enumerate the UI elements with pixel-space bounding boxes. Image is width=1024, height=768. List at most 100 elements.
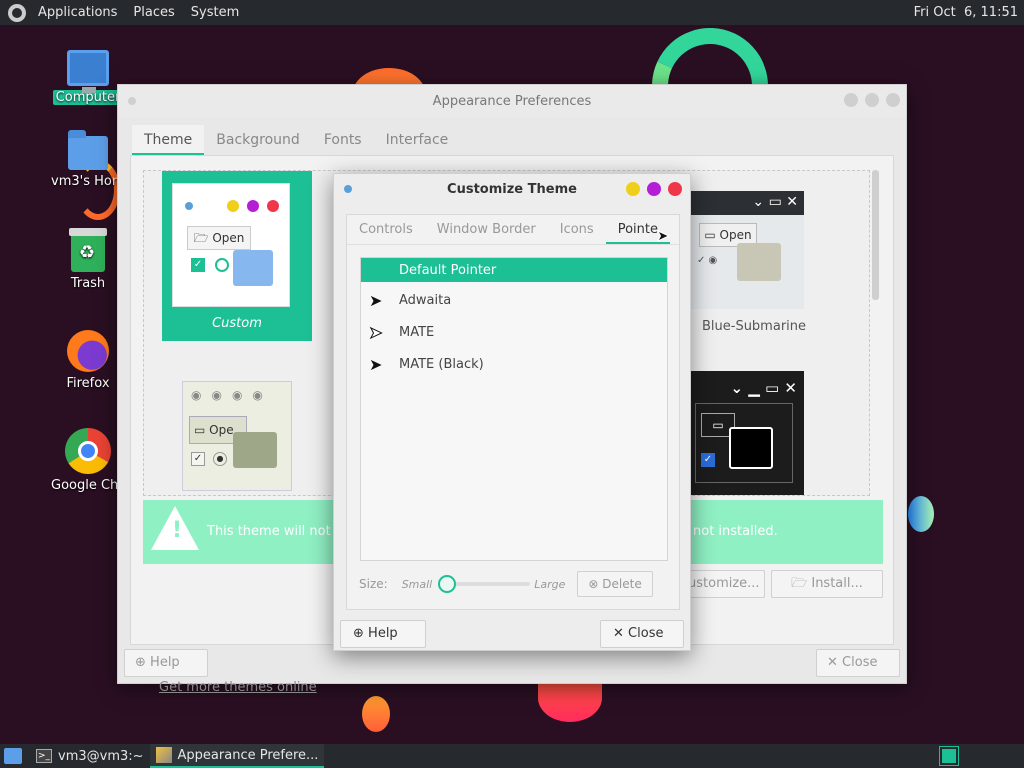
delete-icon: ⊗ <box>588 577 599 591</box>
pointer-list: Default Pointer ➤ Adwaita ➤ MATE ➤ MATE … <box>360 257 668 561</box>
pointer-item-mate-black[interactable]: ➤ MATE (Black) <box>361 348 667 380</box>
wallpaper-blue-shape <box>908 496 934 532</box>
firefox-icon <box>67 330 109 372</box>
minimize-button[interactable] <box>844 93 858 107</box>
theme-list-scrollbar[interactable] <box>872 170 879 300</box>
checkbox-icon: ✓ <box>701 453 715 467</box>
clock[interactable]: Fri Oct 6, 11:51 <box>914 0 1018 25</box>
menu-system[interactable]: System <box>183 0 247 25</box>
pointer-item-mate[interactable]: ➤ MATE <box>361 316 667 348</box>
theme-item-custom[interactable]: 🗁 Open ✓ Custom <box>162 171 312 341</box>
main-menu-bar: Applications Places System <box>0 0 247 25</box>
pointer-size-slider[interactable] <box>436 574 531 594</box>
help-icon: ⊕ <box>135 655 146 670</box>
desktop-icon-home[interactable]: vm3's Home <box>48 130 133 189</box>
desktop-icon-firefox[interactable]: Firefox <box>48 330 128 391</box>
maximize-dot-icon <box>247 200 259 212</box>
black-cursor-icon: ➤ <box>369 355 383 374</box>
desktop-icon-computer[interactable]: Computer <box>48 50 128 105</box>
taskbar-item-appearance[interactable]: Appearance Prefere... <box>149 744 325 768</box>
window-controls-icon: ⌄ ▭ ✕ <box>689 191 804 215</box>
size-small-label: Small <box>401 577 433 591</box>
theme-item-blue-submarine[interactable]: ⌄ ▭ ✕ ▭ Open ✓ ◉ Blue-Submarine <box>689 191 839 361</box>
checkbox-icon: ✓ <box>191 258 205 272</box>
desktop-icon-trash[interactable]: Trash <box>48 228 128 291</box>
folder-icon <box>729 427 773 469</box>
titlebar-buttons-icon: ◉◉◉◉ <box>191 388 273 402</box>
radio-icon: ● <box>213 452 227 466</box>
dialog-titlebar[interactable]: Customize Theme <box>334 174 690 204</box>
theme-thumbnail: ⌄ ▁ ▭ ✕ ▭ ✓ <box>689 371 804 495</box>
preferences-tabs: Theme Background Fonts Interface <box>132 125 460 155</box>
tab-controls[interactable]: Controls <box>347 215 425 244</box>
dialog-close-button[interactable]: ✕ Close <box>600 620 684 648</box>
desktop-icon-label: Trash <box>70 276 106 291</box>
window-menu-icon[interactable] <box>128 97 136 105</box>
menu-places[interactable]: Places <box>125 0 182 25</box>
theme-item-traditional[interactable]: ◉◉◉◉ ▭ Ope ✓ ● <box>182 381 292 491</box>
close-window-button[interactable] <box>668 182 682 196</box>
window-menu-icon[interactable] <box>344 185 352 193</box>
theme-item-label: Custom <box>212 316 262 331</box>
size-label: Size: <box>359 577 388 591</box>
top-panel: Applications Places System Fri Oct 6, 11… <box>0 0 1024 25</box>
minimize-dot-icon <box>227 200 239 212</box>
install-button[interactable]: 🗁 Install... <box>771 570 883 598</box>
customize-panel: Controls Window Border Icons Pointe Defa… <box>346 214 680 610</box>
theme-item-label: Blue-Submarine <box>701 319 807 334</box>
theme-thumbnail: ◉◉◉◉ ▭ Ope ✓ ● <box>182 381 292 491</box>
get-more-themes-link[interactable]: Get more themes online <box>159 680 317 695</box>
minimize-button[interactable] <box>626 182 640 196</box>
bottom-panel: >_ vm3@vm3:~ Appearance Prefere... <box>0 744 1024 768</box>
close-icon: ✕ <box>613 626 624 641</box>
close-icon: ✕ <box>827 655 838 670</box>
maximize-button[interactable] <box>647 182 661 196</box>
close-button[interactable]: ✕ Close <box>816 649 900 677</box>
warning-message: This theme will not lo <box>207 524 347 539</box>
thumbnail-open-button: 🗁 Open <box>187 226 251 250</box>
checkbox-icon: ✓ <box>191 452 205 466</box>
mate-logo-icon[interactable] <box>8 3 26 22</box>
show-desktop-icon[interactable] <box>4 748 22 764</box>
window-controls-icon: ⌄ ▁ ▭ ✕ <box>730 379 797 397</box>
menu-applications[interactable]: Applications <box>30 0 125 25</box>
maximize-button[interactable] <box>865 93 879 107</box>
pointer-name: Default Pointer <box>399 262 497 278</box>
customize-theme-dialog: Customize Theme Controls Window Border I… <box>333 173 691 651</box>
close-window-button[interactable] <box>886 93 900 107</box>
pointer-item-adwaita[interactable]: ➤ Adwaita <box>361 284 667 316</box>
tab-icons[interactable]: Icons <box>548 215 606 244</box>
warning-message-tail: not installed. <box>693 524 778 539</box>
dialog-help-button[interactable]: ⊕ Help <box>340 620 426 648</box>
pointer-item-default[interactable]: Default Pointer <box>361 258 667 282</box>
white-cursor-icon: ➤ <box>368 323 383 343</box>
slider-knob[interactable] <box>438 575 457 593</box>
folder-icon <box>737 243 781 281</box>
window-titlebar[interactable]: Appearance Preferences <box>118 85 906 117</box>
appearance-app-icon <box>155 747 172 763</box>
chrome-icon <box>65 428 111 474</box>
tab-window-border[interactable]: Window Border <box>425 215 548 244</box>
folder-icon <box>233 432 277 468</box>
home-folder-icon <box>68 130 108 170</box>
delete-button[interactable]: ⊗ Delete <box>577 571 653 597</box>
pointer-name: MATE (Black) <box>399 356 484 372</box>
taskbar-item-terminal[interactable]: >_ vm3@vm3:~ <box>30 744 150 768</box>
computer-icon <box>67 50 109 93</box>
taskbar-item-label: Appearance Prefere... <box>177 747 319 763</box>
tab-interface[interactable]: Interface <box>374 125 461 155</box>
size-large-label: Large <box>534 577 566 591</box>
pointer-name: MATE <box>399 324 435 340</box>
radio-icon <box>215 258 229 272</box>
tab-theme[interactable]: Theme <box>132 125 205 155</box>
help-icon: ⊕ <box>353 626 364 641</box>
tab-background[interactable]: Background <box>204 125 312 155</box>
tab-fonts[interactable]: Fonts <box>312 125 374 155</box>
theme-thumbnail: 🗁 Open ✓ <box>172 183 290 307</box>
theme-item-dark[interactable]: ⌄ ▁ ▭ ✕ ▭ ✓ <box>689 371 804 495</box>
mouse-cursor-icon: ➤ <box>655 226 670 246</box>
help-button[interactable]: ⊕ Help <box>124 649 208 677</box>
desktop-icon-chrome[interactable]: Google Chrome <box>48 428 152 493</box>
workspace-switcher[interactable] <box>939 746 959 766</box>
window-title: Appearance Preferences <box>432 93 592 109</box>
